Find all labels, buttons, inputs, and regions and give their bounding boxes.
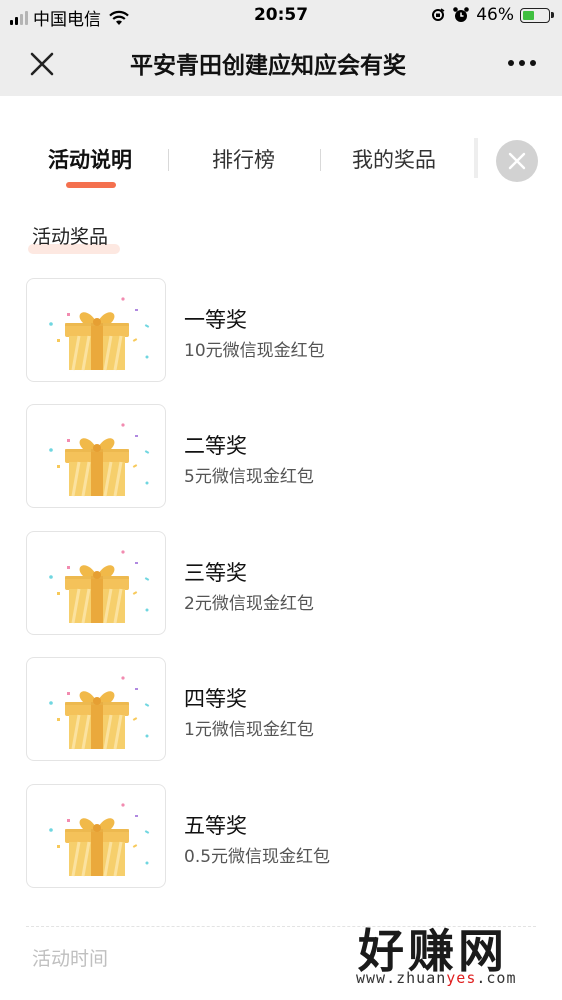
prize-item: 一等奖 10元微信现金红包	[26, 278, 546, 382]
tab-divider	[168, 149, 169, 171]
tab-divider	[320, 149, 321, 171]
tab-activity-description[interactable]: 活动说明	[48, 144, 132, 174]
page-title: 平安青田创建应知应会有奖	[130, 53, 406, 79]
watermark-url: www.zhuanyes.com	[356, 969, 517, 987]
prize-item: 五等奖 0.5元微信现金红包	[26, 784, 546, 888]
status-right: 46%	[430, 5, 554, 25]
prize-description: 1元微信现金红包	[184, 720, 314, 740]
tab-bar: 活动说明 排行榜 我的奖品	[0, 96, 562, 206]
close-panel-button[interactable]	[496, 140, 538, 182]
more-menu-icon[interactable]	[508, 60, 536, 66]
prize-description: 10元微信现金红包	[184, 341, 325, 361]
prize-name: 五等奖	[184, 814, 247, 838]
prize-name: 四等奖	[184, 687, 247, 711]
section-title-prizes: 活动奖品	[32, 226, 109, 248]
tab-scroll-fade	[474, 138, 478, 178]
tab-my-prizes[interactable]: 我的奖品	[352, 144, 436, 174]
battery-percent: 46%	[476, 5, 514, 25]
prize-name: 一等奖	[184, 308, 247, 332]
alarm-icon	[453, 7, 470, 22]
tab-leaderboard[interactable]: 排行榜	[212, 144, 275, 174]
orientation-lock-icon	[432, 8, 445, 21]
prize-item: 三等奖 2元微信现金红包	[26, 531, 546, 635]
close-icon	[508, 152, 526, 170]
nav-bar: 平安青田创建应知应会有奖	[0, 32, 562, 96]
section-title-time: 活动时间	[32, 948, 109, 970]
watermark-logo: 好赚网 www.zhuanyes.com	[340, 915, 550, 995]
battery-icon	[520, 7, 554, 23]
prize-item: 四等奖 1元微信现金红包	[26, 657, 546, 761]
prize-item: 二等奖 5元微信现金红包	[26, 404, 546, 508]
prize-name: 二等奖	[184, 434, 247, 458]
active-tab-indicator	[66, 182, 116, 188]
gift-box-icon	[26, 657, 166, 761]
prize-description: 5元微信现金红包	[184, 467, 314, 487]
gift-box-icon	[26, 404, 166, 508]
status-bar: 中国电信 20:57 46%	[0, 0, 562, 32]
prize-description: 2元微信现金红包	[184, 594, 314, 614]
prize-name: 三等奖	[184, 561, 247, 585]
prize-description: 0.5元微信现金红包	[184, 847, 331, 867]
close-icon[interactable]	[26, 48, 58, 80]
gift-box-icon	[26, 531, 166, 635]
gift-box-icon	[26, 278, 166, 382]
gift-box-icon	[26, 784, 166, 888]
